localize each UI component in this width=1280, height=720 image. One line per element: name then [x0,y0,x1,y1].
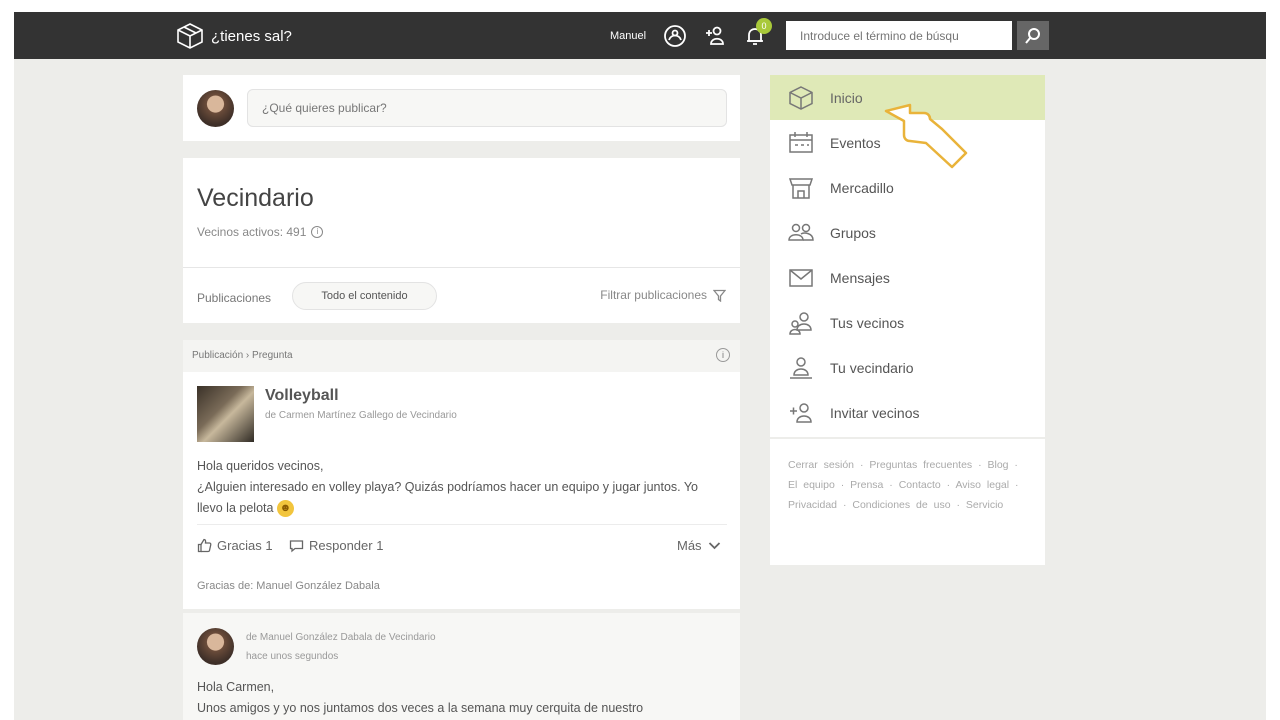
thanks-list: Gracias de: Manuel González Dabala [197,580,380,592]
thumbs-up-icon [197,538,212,553]
post-header: Publicación › Pregunta i [183,340,740,372]
more-label: Más [677,538,702,553]
chevron-down-icon [708,542,720,550]
wink-emoji-icon: ☻ [276,500,294,518]
neighborhood-card: Vecindario Vecinos activos: 491 i Public… [183,158,740,323]
reply-body-line: Unos amigos y yo nos juntamos dos veces … [197,701,644,715]
speech-bubble-icon [289,540,304,553]
neighbors-icon [788,310,814,336]
sidebar-item-label: Tu vecindario [830,359,914,376]
page-title: Vecindario [197,184,314,212]
group-icon [788,220,814,246]
sidebar-item-label: Invitar vecinos [830,404,920,421]
publications-label: Publicaciones [197,291,272,305]
post-body: Hola queridos vecinos, ¿Alguien interesa… [197,456,727,519]
search-button[interactable] [1017,21,1049,50]
notifications-bell-icon[interactable]: 0 [742,18,772,49]
post-body-line: ¿Alguien interesado en volley playa? Qui… [197,480,699,515]
filter-publications-link[interactable]: Filtrar publicaciones [600,288,726,302]
top-bar: ¿tienes sal? Manuel 0 [14,12,1266,59]
user-name[interactable]: Manuel [610,30,646,42]
sidebar-item-invitar-vecinos[interactable]: Invitar vecinos [770,390,1045,435]
sidebar-item-label: Tus vecinos [830,314,905,331]
envelope-icon [788,265,814,291]
funnel-icon [713,289,726,302]
notification-badge: 0 [756,18,772,34]
sidebar-item-tu-vecindario[interactable]: Tu vecindario [770,345,1045,390]
post-title[interactable]: Volleyball [265,387,339,405]
sidebar-item-label: Mensajes [830,269,890,286]
logo-cube-icon [177,23,203,49]
footer-links-text[interactable]: Cerrar sesión · Preguntas frecuentes · B… [788,455,1033,515]
app-window: ¿tienes sal? Manuel 0 ¿Qué quieres publi… [14,12,1266,720]
avatar[interactable] [197,628,234,665]
post-body-line: Hola queridos vecinos, [197,459,324,473]
sidebar-item-grupos[interactable]: Grupos [770,210,1045,255]
search-input[interactable] [786,21,1012,50]
profile-icon[interactable] [662,23,688,49]
post-composer: ¿Qué quieres publicar? [183,75,740,141]
add-neighbor-icon[interactable] [702,23,728,49]
active-neighbors: Vecinos activos: 491 i [197,225,324,239]
reply-body-line: Hola Carmen, [197,680,275,694]
thanks-label: Gracias 1 [217,538,273,553]
home-cube-icon [788,85,814,111]
logo[interactable]: ¿tienes sal? [175,22,292,50]
reply-body: Hola Carmen, Unos amigos y yo nos juntam… [197,677,727,719]
info-icon[interactable]: i [311,226,324,238]
sidebar-item-tus-vecinos[interactable]: Tus vecinos [770,300,1045,345]
content-filter-pill[interactable]: Todo el contenido [292,282,437,310]
thanks-button[interactable]: Gracias 1 [197,538,273,553]
sidebar-item-label: Grupos [830,224,876,241]
reply-card: de Manuel González Dabala de Vecindario … [183,613,740,720]
post-info-icon[interactable]: i [716,348,730,362]
neighborhood-icon [788,355,814,381]
sidebar-nav: Inicio Eventos Mercadillo Grupos Mensaje… [770,75,1045,437]
active-neighbors-label: Vecinos activos: 491 [197,225,307,239]
reply-label: Responder 1 [309,538,384,553]
add-user-icon [788,400,814,426]
divider [197,524,727,525]
sidebar-item-label: Inicio [830,89,863,106]
reply-author[interactable]: de Manuel González Dabala de Vecindario [246,632,436,643]
sidebar-item-label: Mercadillo [830,179,894,196]
sidebar-item-mensajes[interactable]: Mensajes [770,255,1045,300]
post-card: Volleyball de Carmen Martínez Gallego de… [183,372,740,609]
calendar-icon [788,130,814,156]
avatar[interactable] [197,90,234,127]
post-type-label: Publicación › Pregunta [192,350,293,361]
search-icon [1025,27,1040,44]
author-photo[interactable] [197,386,254,442]
market-stall-icon [788,175,814,201]
reply-timestamp: hace unos segundos [246,651,339,662]
reply-button[interactable]: Responder 1 [289,538,383,553]
filter-label: Filtrar publicaciones [600,288,707,302]
footer-links: Cerrar sesión · Preguntas frecuentes · B… [770,439,1045,565]
post-author[interactable]: de Carmen Martínez Gallego de Vecindario [265,410,457,421]
logo-text: ¿tienes sal? [211,27,292,45]
divider [183,267,740,268]
pointing-hand-icon [884,103,968,169]
sidebar-item-label: Eventos [830,134,881,151]
more-button[interactable]: Más [677,538,722,553]
composer-input[interactable]: ¿Qué quieres publicar? [247,89,727,127]
